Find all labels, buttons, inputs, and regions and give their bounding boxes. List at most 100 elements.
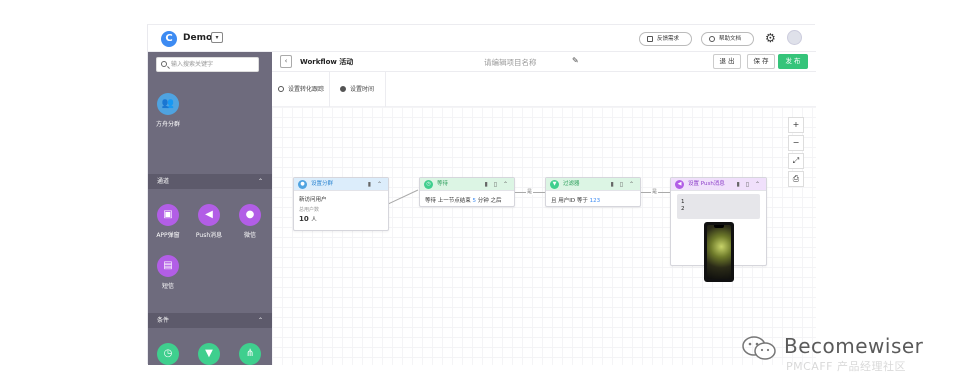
publish-button[interactable]: 发 布 bbox=[778, 54, 808, 69]
card-body: 且 用户ID 等于 123 bbox=[546, 191, 640, 208]
audience-sub: 总用户数 bbox=[299, 207, 320, 213]
sms-icon: ▤ bbox=[157, 255, 179, 277]
filter-text-prefix: 且 用户ID 等于 bbox=[551, 198, 588, 204]
exit-button[interactable]: 退 出 bbox=[713, 54, 741, 69]
export-button[interactable]: ⎙ bbox=[788, 171, 804, 187]
conversion-tracking-button[interactable]: 设置转化跟踪 bbox=[278, 84, 324, 93]
section-condition[interactable]: 条件 ⌃ bbox=[148, 313, 272, 328]
watermark-brand: Becomewiser bbox=[784, 334, 924, 358]
audience-card[interactable]: ● 设置分群 ▮ ⌃ 新访问用户 总用户数 10 人 bbox=[293, 177, 389, 231]
audience-count-unit: 人 bbox=[311, 217, 317, 223]
card-title: 等待 bbox=[437, 181, 449, 187]
megaphone-icon: ◀ bbox=[198, 204, 220, 226]
chevron-down-icon: ⌃ bbox=[257, 178, 263, 185]
filter-card[interactable]: ▼ 过滤器 ▮ ▯ ⌃ 且 用户ID 等于 123 bbox=[545, 177, 641, 207]
card-actions[interactable]: ▮ ▯ ⌃ bbox=[737, 178, 762, 191]
phone-screen bbox=[706, 225, 731, 279]
divider bbox=[329, 72, 330, 107]
card-header: ◷ 等待 ▮ ▯ ⌃ bbox=[420, 178, 514, 191]
audience-count-value: 10 bbox=[299, 215, 309, 223]
filter-value: 123 bbox=[589, 198, 601, 204]
zoom-out-button[interactable]: − bbox=[788, 135, 804, 151]
card-header: ● 设置分群 ▮ ⌃ bbox=[294, 178, 388, 191]
node-sms[interactable]: ▤ 短信 bbox=[148, 255, 188, 290]
card-actions[interactable]: ▮ ⌃ bbox=[368, 178, 384, 191]
connector-label: 是 bbox=[651, 189, 659, 195]
fit-view-button[interactable]: ⤢ bbox=[788, 153, 804, 169]
top-bar: C Demo ▾ 反馈需求 帮助文档 ⚙ bbox=[148, 25, 816, 52]
help-button[interactable]: 帮助文档 bbox=[701, 32, 754, 46]
chevron-down-icon[interactable]: ▾ bbox=[211, 32, 223, 43]
connector-label: 是 bbox=[526, 189, 534, 195]
node-event[interactable]: ⋔ 事件 bbox=[230, 343, 270, 378]
card-actions[interactable]: ▮ ▯ ⌃ bbox=[485, 178, 510, 191]
node-label: 等待 bbox=[161, 371, 174, 378]
wait-icon: ◷ bbox=[157, 343, 179, 365]
card-body: 新访问用户 总用户数 10 人 bbox=[294, 191, 388, 227]
time-label: 设置时间 bbox=[350, 86, 375, 93]
settings-row: 设置转化跟踪 设置时间 bbox=[272, 72, 816, 107]
push-card[interactable]: ◀ 设置 Push消息 ▮ ▯ ⌃ 1 2 bbox=[670, 177, 767, 282]
workflow-title: Workflow 活动 bbox=[300, 58, 354, 66]
card-title: 过滤器 bbox=[563, 181, 580, 187]
wechat-icon: ● bbox=[239, 204, 261, 226]
avatar[interactable] bbox=[787, 30, 802, 45]
card-title: 设置分群 bbox=[311, 181, 334, 187]
search-icon bbox=[161, 61, 167, 67]
card-title: 设置 Push消息 bbox=[688, 181, 725, 187]
node-label: APP弹窗 bbox=[156, 232, 180, 239]
node-filter[interactable]: ▼ 过滤器 bbox=[189, 343, 229, 378]
node-push[interactable]: ◀ Push消息 bbox=[189, 204, 229, 239]
section-title: 通道 bbox=[157, 178, 170, 185]
card-actions[interactable]: ▮ ▯ ⌃ bbox=[611, 178, 636, 191]
search-box[interactable] bbox=[156, 57, 259, 72]
search-input[interactable] bbox=[171, 59, 256, 70]
users-icon: 👥 bbox=[157, 93, 179, 115]
audience-name: 新访问用户 bbox=[299, 197, 327, 203]
wait-card[interactable]: ◷ 等待 ▮ ▯ ⌃ 等待 上一节点结束 5 分钟 之后 bbox=[419, 177, 515, 207]
users-icon: ● bbox=[298, 180, 307, 189]
wait-text-suffix: 分钟 之后 bbox=[477, 198, 502, 204]
app-name: Demo bbox=[183, 33, 213, 43]
node-label: 事件 bbox=[243, 371, 256, 378]
app-popup-icon: ▣ bbox=[157, 204, 179, 226]
node-wechat[interactable]: ● 微信 bbox=[230, 204, 270, 239]
push-line-1: 1 bbox=[681, 199, 685, 205]
node-wait[interactable]: ◷ 等待 bbox=[148, 343, 188, 378]
app-logo-icon: C bbox=[161, 31, 177, 47]
edit-icon bbox=[647, 36, 653, 42]
node-app-popup[interactable]: ▣ APP弹窗 bbox=[148, 204, 188, 239]
wechat-watermark-icon bbox=[742, 336, 776, 360]
watermark-sub: PMCAFF 产品经理社区 bbox=[786, 360, 906, 373]
pencil-icon[interactable]: ✎ bbox=[572, 56, 579, 65]
wait-icon: ◷ bbox=[424, 180, 433, 189]
node-label: Push消息 bbox=[195, 232, 223, 239]
help-icon bbox=[709, 36, 715, 42]
node-label: 微信 bbox=[243, 232, 256, 239]
filter-icon: ▼ bbox=[550, 180, 559, 189]
event-icon: ⋔ bbox=[239, 343, 261, 365]
divider bbox=[385, 72, 386, 107]
feedback-button[interactable]: 反馈需求 bbox=[639, 32, 692, 46]
card-header: ▼ 过滤器 ▮ ▯ ⌃ bbox=[546, 178, 640, 191]
time-setting-button[interactable]: 设置时间 bbox=[340, 84, 374, 93]
gear-icon bbox=[278, 86, 284, 92]
save-button[interactable]: 保 存 bbox=[747, 54, 775, 69]
section-channel[interactable]: 通道 ⌃ bbox=[148, 174, 272, 189]
conversion-label: 设置转化跟踪 bbox=[288, 86, 325, 93]
back-button[interactable]: ‹ bbox=[280, 55, 292, 68]
feedback-label: 反馈需求 bbox=[657, 36, 680, 42]
card-header: ◀ 设置 Push消息 ▮ ▯ ⌃ bbox=[671, 178, 766, 191]
phone-preview-image bbox=[703, 222, 734, 282]
chevron-down-icon: ⌃ bbox=[257, 317, 263, 324]
push-line-2: 2 bbox=[681, 206, 685, 212]
help-label: 帮助文档 bbox=[719, 36, 742, 42]
clock-icon bbox=[340, 86, 346, 92]
project-name-field[interactable]: 请编辑项目名称 bbox=[484, 57, 537, 68]
card-body: 等待 上一节点结束 5 分钟 之后 bbox=[420, 191, 514, 208]
zoom-in-button[interactable]: + bbox=[788, 117, 804, 133]
push-preview: 1 2 bbox=[677, 194, 760, 219]
node-audience[interactable]: 👥 方舟分群 bbox=[148, 93, 188, 128]
gear-icon[interactable]: ⚙ bbox=[765, 32, 776, 44]
node-label: 短信 bbox=[161, 283, 174, 290]
